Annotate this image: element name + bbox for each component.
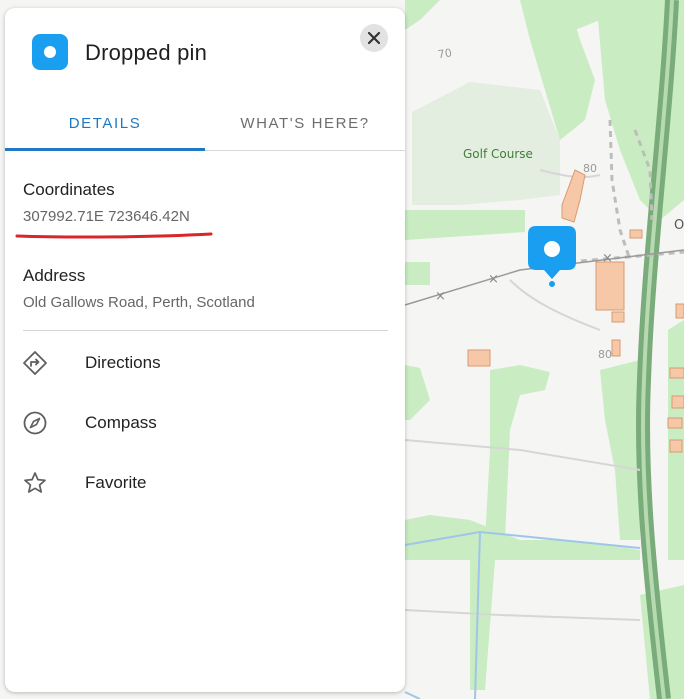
compass-button[interactable]: Compass (5, 398, 405, 448)
address-label: Address (23, 266, 86, 285)
coordinates-label: Coordinates (23, 180, 115, 199)
tab-whats-here[interactable]: WHAT'S HERE? (205, 106, 405, 150)
contour-label-70: 70 (437, 46, 453, 61)
tab-details[interactable]: DETAILS (5, 106, 205, 150)
section-divider (23, 330, 388, 331)
compass-label: Compass (85, 413, 157, 432)
favorite-label: Favorite (85, 473, 147, 492)
tab-bar: DETAILS WHAT'S HERE? (5, 106, 405, 152)
panel-header: Dropped pin (5, 8, 405, 98)
coordinates-value: 307992.71E 723646.42N (23, 208, 190, 225)
svg-text:×: × (435, 289, 446, 304)
compass-icon (23, 411, 47, 435)
close-button[interactable] (360, 24, 388, 52)
contour-label-80-a: 80 (583, 162, 597, 175)
golf-course-label: Golf Course (463, 147, 533, 161)
directions-label: Directions (85, 353, 161, 372)
favorite-button[interactable]: Favorite (5, 458, 405, 508)
location-dot-icon (32, 34, 68, 70)
panel-title: Dropped pin (85, 40, 208, 65)
dropped-pin-panel: Dropped pin DETAILS WHAT'S HERE? Coordin… (5, 8, 405, 692)
directions-button[interactable]: Directions (5, 338, 405, 388)
directions-icon (23, 351, 47, 375)
star-icon (24, 472, 46, 493)
map-edge-label: O (674, 218, 684, 233)
close-icon (367, 31, 381, 45)
address-value: Old Gallows Road, Perth, Scotland (23, 294, 255, 311)
contour-label-80-b: 80 (598, 348, 612, 361)
annotation-underline (15, 232, 213, 239)
active-tab-indicator (5, 148, 205, 151)
svg-text:×: × (488, 272, 499, 287)
